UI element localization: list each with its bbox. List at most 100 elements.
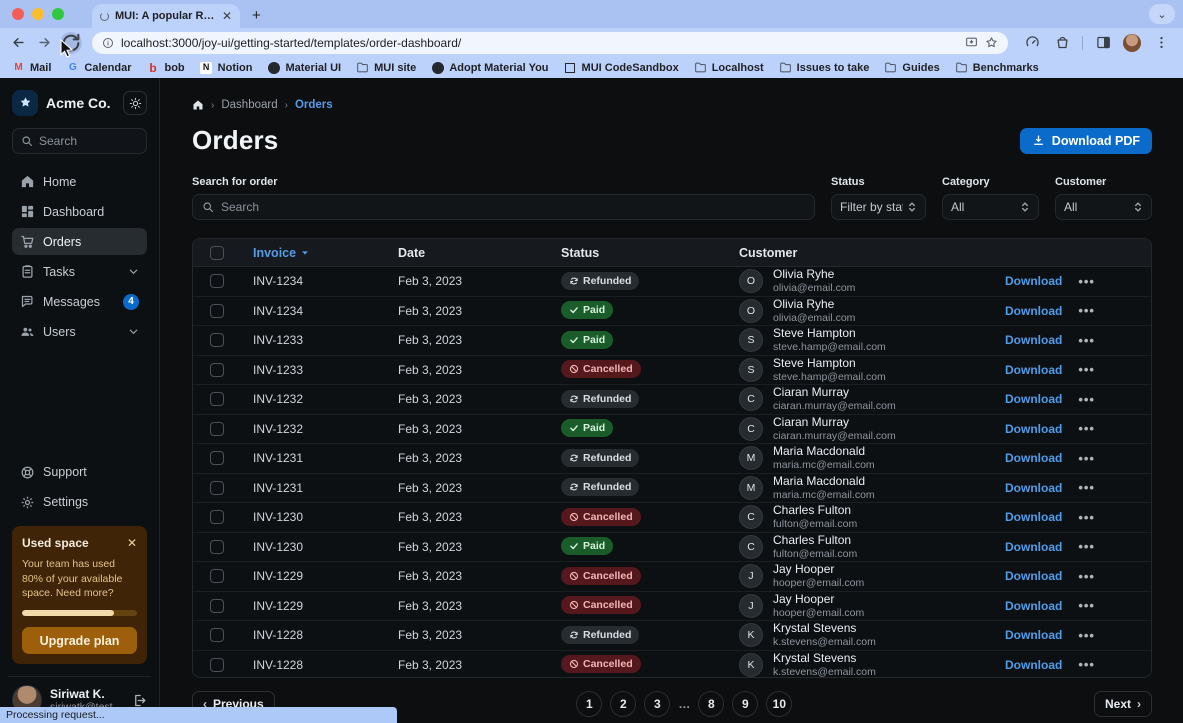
row-download-link[interactable]: Download: [1005, 569, 1062, 583]
row-menu-icon[interactable]: •••: [1078, 569, 1095, 584]
back-icon[interactable]: [8, 33, 28, 53]
row-menu-icon[interactable]: •••: [1078, 421, 1095, 436]
row-download-link[interactable]: Download: [1005, 599, 1062, 613]
browser-tab[interactable]: MUI: A popular React UI fram ✕: [92, 4, 240, 28]
bookmark-item[interactable]: MUI site: [356, 61, 416, 74]
minimize-window-button[interactable]: [32, 8, 44, 20]
bookmark-star-icon[interactable]: [985, 36, 998, 49]
page-number-button[interactable]: 9: [732, 691, 758, 717]
side-panel-icon[interactable]: [1093, 33, 1113, 53]
site-info-icon[interactable]: [102, 37, 114, 49]
install-app-icon[interactable]: [965, 36, 978, 49]
home-icon[interactable]: [192, 99, 204, 111]
row-menu-icon[interactable]: •••: [1078, 657, 1095, 672]
row-menu-icon[interactable]: •••: [1078, 539, 1095, 554]
row-checkbox[interactable]: [210, 451, 224, 465]
page-number-button[interactable]: 10: [766, 691, 792, 717]
row-menu-icon[interactable]: •••: [1078, 303, 1095, 318]
bookmark-item[interactable]: Benchmarks: [955, 61, 1039, 74]
extensions-icon[interactable]: [1052, 33, 1072, 53]
row-download-link[interactable]: Download: [1005, 540, 1062, 554]
bookmark-item[interactable]: Material UI: [267, 61, 341, 74]
sidebar-nav-item[interactable]: Home: [12, 168, 147, 195]
row-menu-icon[interactable]: •••: [1078, 333, 1095, 348]
row-download-link[interactable]: Download: [1005, 333, 1062, 347]
bookmark-item[interactable]: Adopt Material You: [431, 61, 548, 74]
close-window-button[interactable]: [12, 8, 24, 20]
sidebar-search-input[interactable]: Search: [12, 128, 147, 154]
browser-menu-icon[interactable]: [1151, 33, 1171, 53]
column-header-customer[interactable]: Customer: [727, 246, 993, 260]
row-checkbox[interactable]: [210, 510, 224, 524]
bookmark-item[interactable]: b bob: [146, 61, 184, 74]
bookmark-item[interactable]: Localhost: [694, 61, 764, 74]
sidebar-nav-item[interactable]: Users: [12, 318, 147, 345]
tab-close-icon[interactable]: ✕: [222, 10, 232, 22]
forward-icon[interactable]: [34, 33, 54, 53]
maximize-window-button[interactable]: [52, 8, 64, 20]
row-checkbox[interactable]: [210, 658, 224, 672]
row-checkbox[interactable]: [210, 569, 224, 583]
row-download-link[interactable]: Download: [1005, 392, 1062, 406]
row-download-link[interactable]: Download: [1005, 481, 1062, 495]
select-all-checkbox[interactable]: [210, 246, 224, 260]
row-checkbox[interactable]: [210, 363, 224, 377]
page-number-button[interactable]: 1: [576, 691, 602, 717]
row-download-link[interactable]: Download: [1005, 628, 1062, 642]
column-header-invoice[interactable]: Invoice: [241, 246, 386, 260]
column-header-date[interactable]: Date: [386, 246, 549, 260]
bookmark-item[interactable]: G Calendar: [66, 61, 131, 74]
reload-icon[interactable]: [60, 32, 82, 54]
status-filter-select[interactable]: Filter by status: [831, 194, 926, 220]
bookmark-item[interactable]: MUI CodeSandbox: [564, 61, 679, 74]
bookmark-item[interactable]: Guides: [884, 61, 939, 74]
row-menu-icon[interactable]: •••: [1078, 510, 1095, 525]
row-checkbox[interactable]: [210, 481, 224, 495]
row-download-link[interactable]: Download: [1005, 274, 1062, 288]
address-bar[interactable]: localhost:3000/joy-ui/getting-started/te…: [92, 32, 1008, 54]
row-menu-icon[interactable]: •••: [1078, 392, 1095, 407]
row-checkbox[interactable]: [210, 599, 224, 613]
order-search-input[interactable]: Search: [192, 194, 815, 220]
row-menu-icon[interactable]: •••: [1078, 362, 1095, 377]
next-page-button[interactable]: Next ›: [1094, 691, 1152, 717]
brand-logo-icon[interactable]: [12, 90, 38, 116]
bookmark-item[interactable]: Issues to take: [779, 61, 870, 74]
tab-overflow-chevron-icon[interactable]: ⌄: [1149, 4, 1175, 24]
sidebar-nav-item[interactable]: Dashboard: [12, 198, 147, 225]
row-checkbox[interactable]: [210, 422, 224, 436]
sidebar-footer-item[interactable]: Settings: [12, 489, 147, 516]
url-text[interactable]: localhost:3000/joy-ui/getting-started/te…: [121, 36, 958, 50]
theme-toggle-button[interactable]: [123, 91, 147, 115]
performance-gauge-icon[interactable]: [1022, 33, 1042, 53]
row-download-link[interactable]: Download: [1005, 363, 1062, 377]
row-menu-icon[interactable]: •••: [1078, 598, 1095, 613]
row-checkbox[interactable]: [210, 392, 224, 406]
sidebar-nav-item[interactable]: Tasks: [12, 258, 147, 285]
customer-filter-select[interactable]: All: [1055, 194, 1152, 220]
close-icon[interactable]: ✕: [127, 537, 137, 549]
row-checkbox[interactable]: [210, 540, 224, 554]
row-download-link[interactable]: Download: [1005, 658, 1062, 672]
row-checkbox[interactable]: [210, 333, 224, 347]
row-checkbox[interactable]: [210, 304, 224, 318]
row-menu-icon[interactable]: •••: [1078, 274, 1095, 289]
logout-icon[interactable]: [132, 693, 147, 708]
browser-profile-avatar[interactable]: [1123, 34, 1141, 52]
sidebar-nav-item[interactable]: Messages 4: [12, 288, 147, 315]
row-menu-icon[interactable]: •••: [1078, 480, 1095, 495]
bookmark-item[interactable]: M Mail: [12, 61, 51, 74]
page-number-button[interactable]: 3: [644, 691, 670, 717]
download-pdf-button[interactable]: Download PDF: [1020, 128, 1152, 154]
sidebar-footer-item[interactable]: Support: [12, 459, 147, 486]
breadcrumb-dashboard[interactable]: Dashboard: [221, 99, 277, 111]
category-filter-select[interactable]: All: [942, 194, 1039, 220]
bookmark-item[interactable]: N Notion: [200, 61, 253, 74]
column-header-status[interactable]: Status: [549, 246, 727, 260]
row-menu-icon[interactable]: •••: [1078, 451, 1095, 466]
row-download-link[interactable]: Download: [1005, 304, 1062, 318]
page-number-button[interactable]: 8: [698, 691, 724, 717]
sidebar-nav-item[interactable]: Orders: [12, 228, 147, 255]
upgrade-plan-button[interactable]: Upgrade plan: [22, 627, 137, 654]
row-download-link[interactable]: Download: [1005, 451, 1062, 465]
